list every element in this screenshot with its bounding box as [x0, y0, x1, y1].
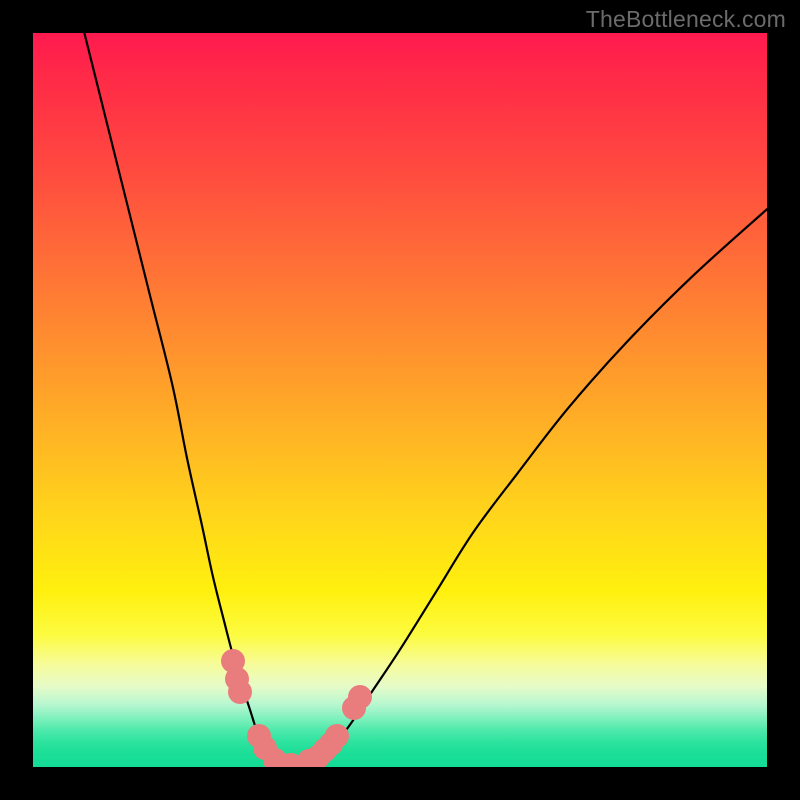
curve-layer [33, 33, 767, 767]
bottleneck-curve [84, 33, 767, 767]
data-marker [325, 724, 349, 748]
data-marker [348, 685, 372, 709]
plot-area [33, 33, 767, 767]
chart-frame: TheBottleneck.com [0, 0, 800, 800]
data-marker [228, 680, 252, 704]
watermark-text: TheBottleneck.com [586, 6, 786, 33]
